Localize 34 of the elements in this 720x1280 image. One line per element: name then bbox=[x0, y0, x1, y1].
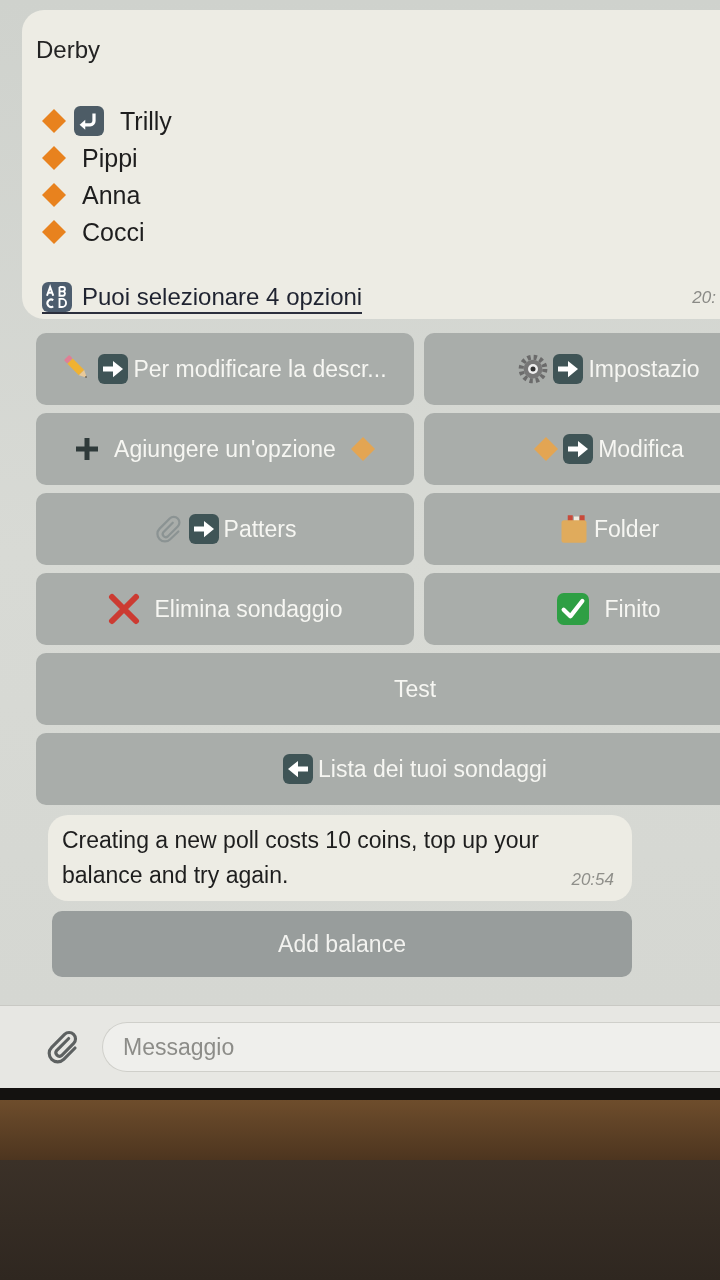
cross-icon bbox=[107, 593, 140, 625]
gear-icon bbox=[518, 354, 549, 384]
diamond-icon bbox=[42, 108, 66, 133]
plus-icon bbox=[75, 437, 100, 461]
diamond-icon bbox=[534, 437, 559, 461]
keyboard-button[interactable]: Patters bbox=[36, 493, 414, 565]
add-balance-button[interactable]: Add balance bbox=[52, 911, 632, 977]
keyboard-button[interactable]: Test bbox=[36, 653, 720, 725]
option-label: Pippi bbox=[82, 142, 138, 173]
option-label: Anna bbox=[82, 179, 141, 210]
keyboard-button[interactable]: Agiungere un'opzione bbox=[36, 413, 414, 485]
keyboard-button[interactable]: Per modificare la descr... bbox=[36, 333, 414, 405]
diamond-icon bbox=[350, 437, 375, 461]
keyboard-button[interactable]: Finito bbox=[424, 573, 720, 645]
message-input[interactable]: Messaggio bbox=[102, 1022, 720, 1072]
keyboard-button[interactable]: Elimina sondaggio bbox=[36, 573, 414, 645]
options-link[interactable]: Puoi selezionare 4 opzioni bbox=[42, 282, 363, 314]
check-box-icon bbox=[557, 593, 590, 625]
diamond-icon bbox=[42, 219, 66, 244]
keyboard-button[interactable]: Folder bbox=[424, 493, 720, 565]
message-time: 20:54 bbox=[571, 869, 614, 891]
keyboard-button[interactable]: Modifica bbox=[424, 413, 720, 485]
keyboard-button[interactable]: Lista dei tuoi sondaggi bbox=[36, 733, 720, 805]
paperclip-icon bbox=[153, 514, 184, 544]
letter-tile-icon bbox=[42, 282, 72, 312]
diamond-icon bbox=[42, 182, 66, 207]
message-text: Creating a new poll costs 10 coins, top up your balance and try again. bbox=[62, 826, 540, 890]
attach-icon[interactable] bbox=[46, 1030, 80, 1064]
diamond-icon bbox=[42, 145, 66, 170]
option-label: Cocci bbox=[82, 216, 145, 247]
option-label: Trilly bbox=[120, 105, 172, 136]
poll-title: Derby bbox=[36, 35, 102, 65]
keyboard-button[interactable]: Impostazio bbox=[424, 333, 720, 405]
message-time: 20: bbox=[692, 288, 716, 308]
